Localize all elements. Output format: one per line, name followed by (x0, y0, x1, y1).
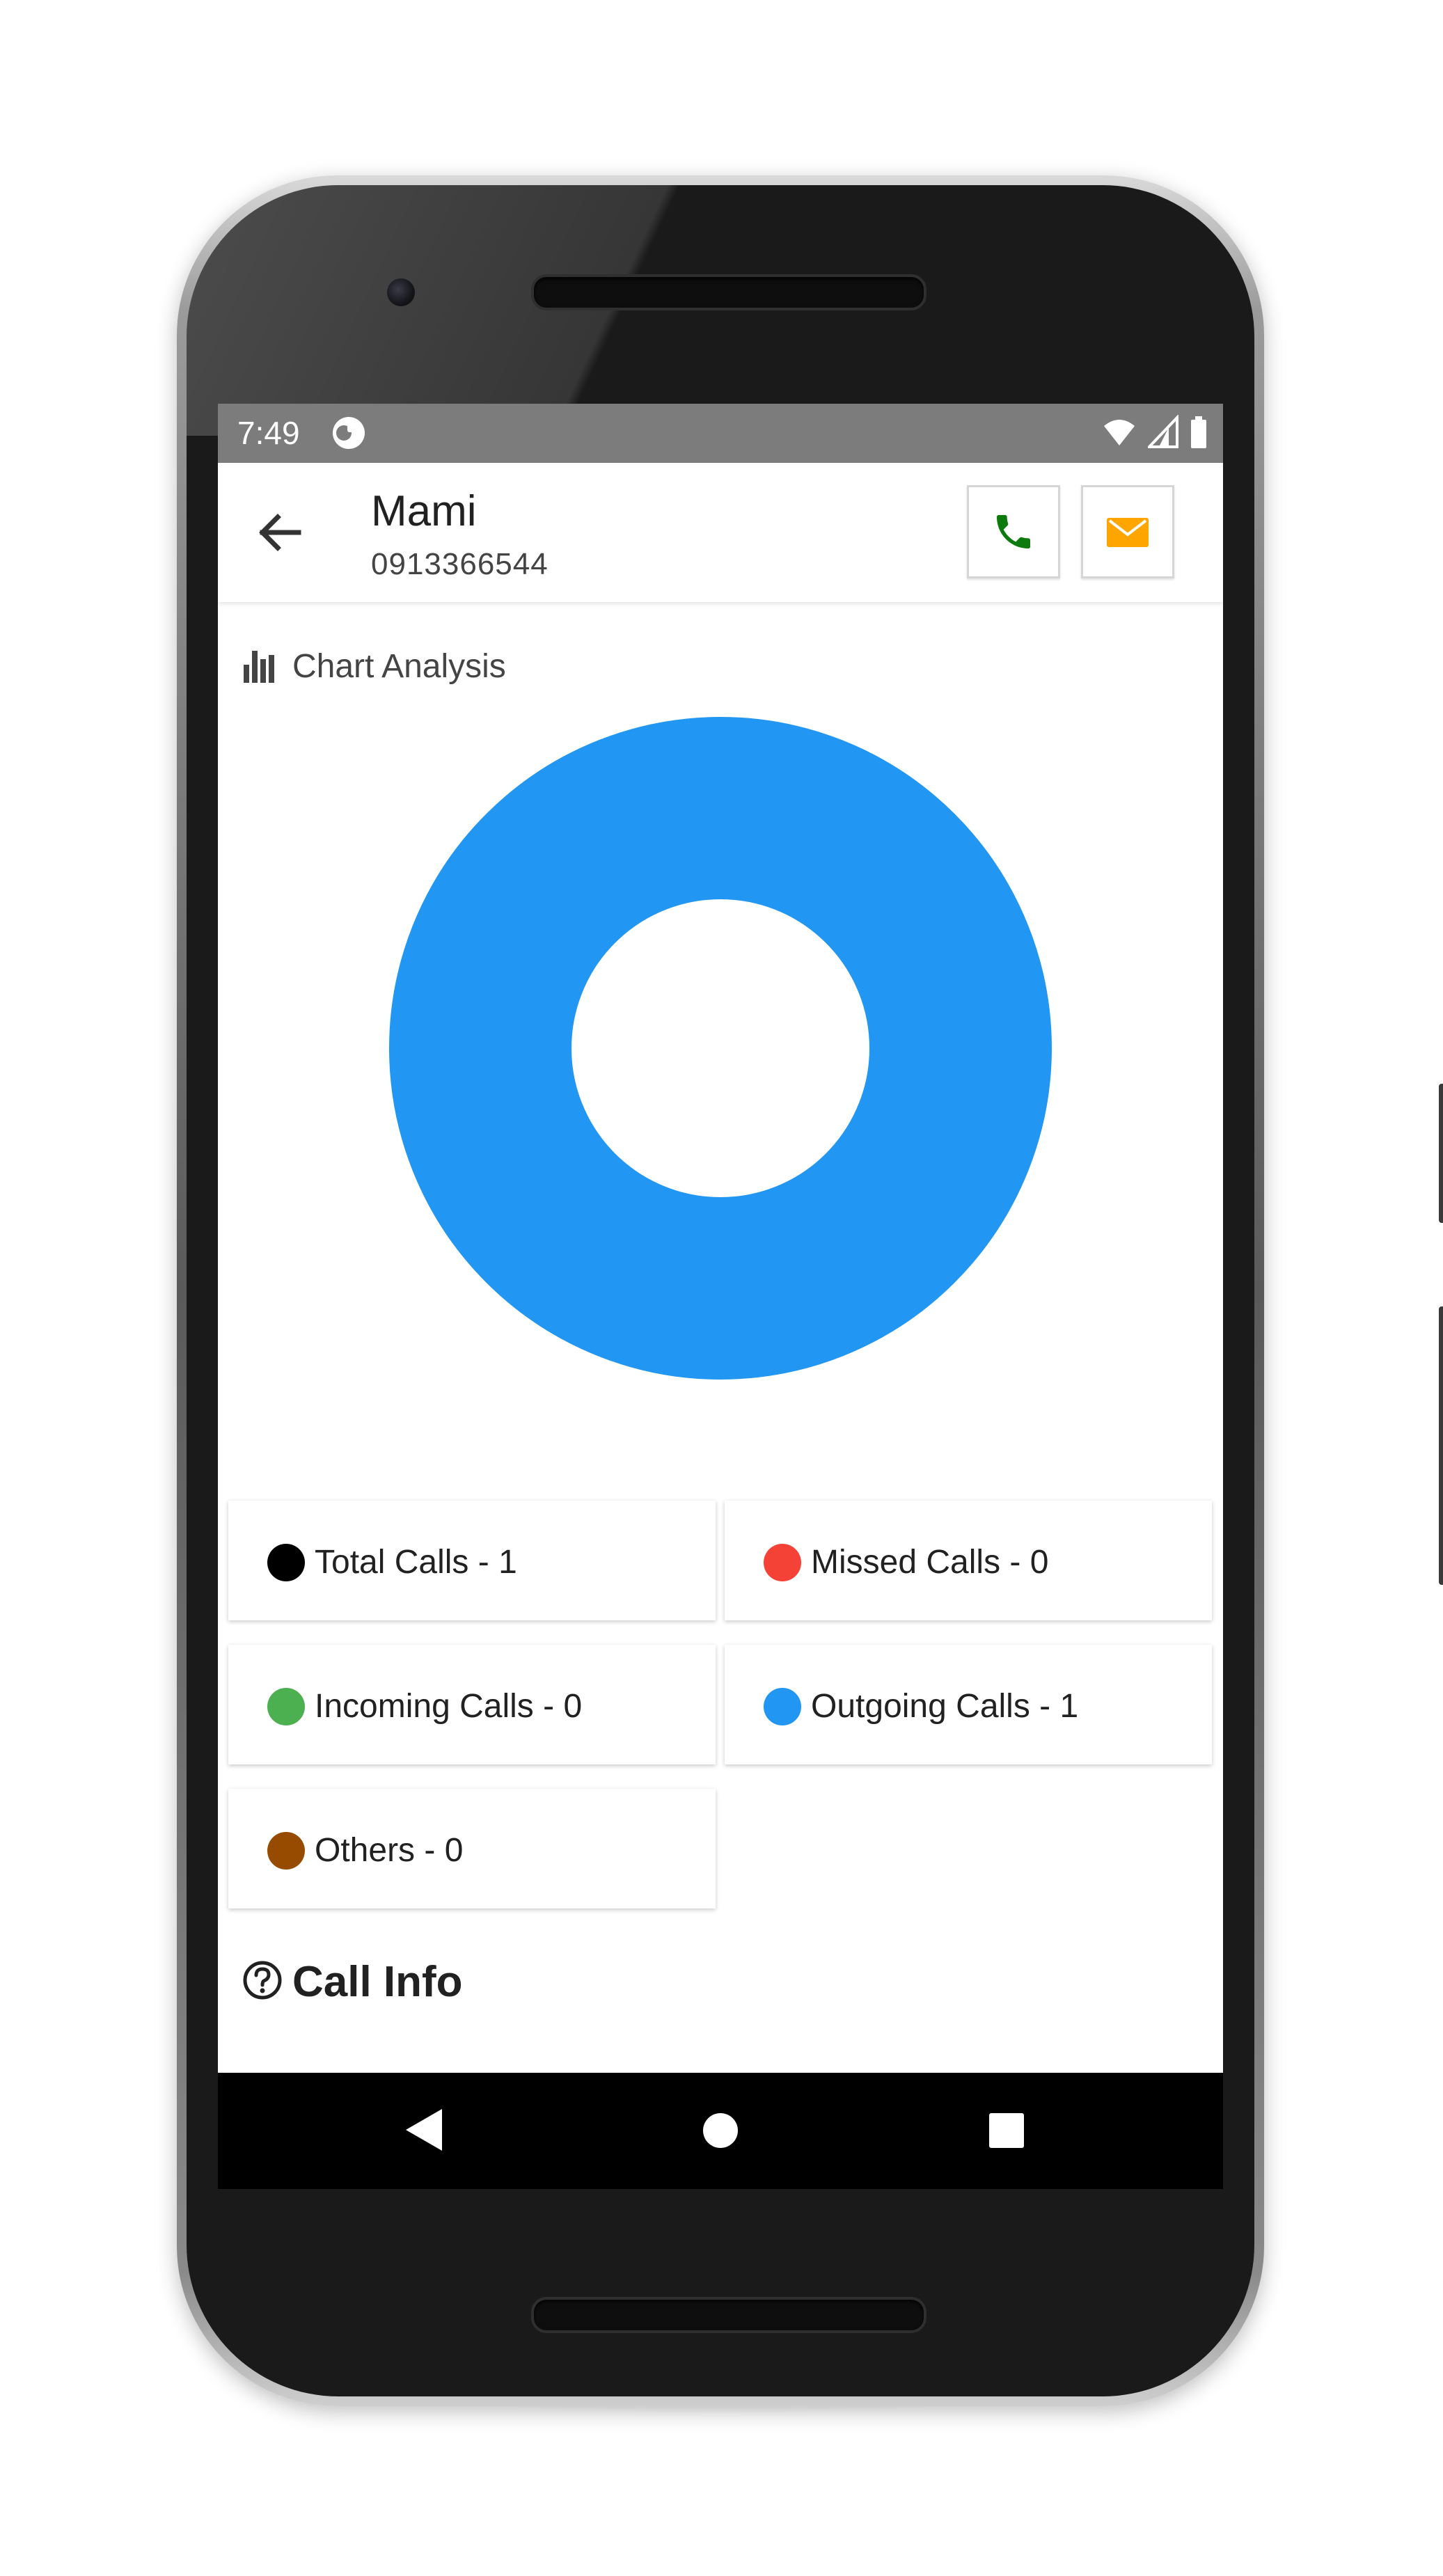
section-title: Chart Analysis (292, 648, 506, 685)
nav-recents-icon (989, 2113, 1024, 2148)
notification-app-icon (331, 416, 366, 454)
legend-dot (267, 1688, 305, 1725)
screen-glare (187, 185, 1254, 436)
nav-home-icon (703, 2113, 738, 2148)
wifi-icon (1104, 420, 1135, 445)
legend-label: Total Calls - 1 (315, 1544, 517, 1581)
legend-dot (267, 1832, 305, 1870)
legend-label: Incoming Calls - 0 (315, 1688, 583, 1725)
app-screen: 7:49 Mami 0913366544 Chart Analysis Tota… (218, 404, 1223, 2189)
legend-label: Others - 0 (315, 1832, 464, 1869)
envelope-icon (1107, 518, 1149, 547)
status-time: 7:49 (237, 415, 300, 451)
power-button (1439, 1084, 1443, 1223)
legend-dot (267, 1544, 305, 1581)
battery-icon (1191, 416, 1206, 448)
back-button[interactable] (253, 505, 308, 560)
donut-slice-outgoing-calls (389, 717, 1052, 1380)
earpiece-speaker (531, 274, 926, 310)
legend-dot (764, 1544, 801, 1581)
cell-signal-icon (1145, 414, 1178, 448)
help-circle-icon (242, 1960, 283, 2004)
legend-incoming-calls: Incoming Calls - 0 (228, 1645, 716, 1764)
arrow-back-icon (259, 514, 301, 551)
front-camera (387, 278, 415, 306)
legend-label: Outgoing Calls - 1 (811, 1688, 1079, 1725)
nav-back-button[interactable] (404, 2108, 443, 2156)
legend-missed-calls: Missed Calls - 0 (725, 1501, 1212, 1620)
phone-icon (997, 515, 1030, 548)
status-icons (1094, 414, 1208, 450)
contact-name: Mami (371, 487, 477, 535)
legend-label: Missed Calls - 0 (811, 1544, 1049, 1581)
system-nav-bar (218, 2073, 1223, 2189)
contact-app-bar: Mami 0913366544 (218, 463, 1223, 602)
contact-number: 0913366544 (371, 547, 549, 581)
legend-others: Others - 0 (228, 1789, 716, 1909)
call-button[interactable] (967, 485, 1060, 578)
nav-back-icon (406, 2109, 442, 2151)
call-info-title: Call Info (292, 1958, 463, 2006)
legend-total-calls: Total Calls - 1 (228, 1501, 716, 1620)
legend-dot (764, 1688, 801, 1725)
bottom-speaker (531, 2297, 926, 2333)
volume-button (1439, 1306, 1443, 1585)
status-bar: 7:49 (218, 404, 1223, 463)
message-button[interactable] (1081, 485, 1174, 578)
call-donut-chart (389, 717, 1052, 1380)
bar-chart-icon (242, 648, 277, 689)
nav-home-button[interactable] (702, 2112, 739, 2153)
legend-outgoing-calls: Outgoing Calls - 1 (725, 1645, 1212, 1764)
nav-recents-button[interactable] (988, 2112, 1025, 2152)
